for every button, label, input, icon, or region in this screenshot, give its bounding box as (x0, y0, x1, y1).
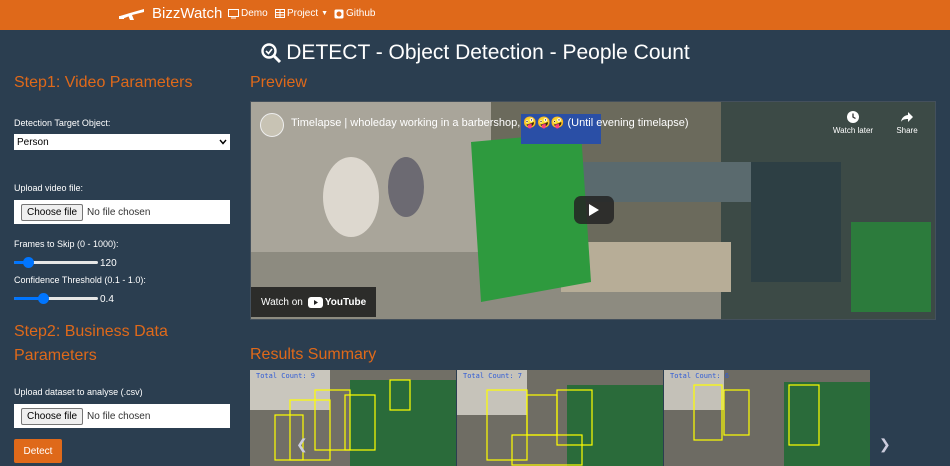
nav-demo-label: Demo (241, 8, 268, 19)
video-file-status: No file chosen (87, 206, 151, 218)
search-detect-icon (261, 43, 282, 64)
youtube-icon (307, 296, 323, 308)
carousel-next-icon[interactable]: ❯ (879, 436, 891, 453)
slider-thumb[interactable] (38, 293, 50, 304)
confidence-slider[interactable] (14, 293, 98, 304)
frames-skip-value: 120 (100, 258, 117, 269)
carousel-prev-icon[interactable]: ❮ (296, 436, 308, 453)
nav-github[interactable]: Github (334, 8, 375, 19)
channel-avatar[interactable] (260, 113, 284, 137)
chevron-down-icon (219, 139, 227, 145)
total-count-label: Total Count: 7 (463, 372, 523, 380)
confidence-value: 0.4 (100, 294, 114, 305)
watch-on-label: Watch on (261, 296, 303, 308)
navbar: BizzWatch Demo Project ▼ Github (0, 0, 950, 30)
result-frame[interactable]: Total Count: 7 (457, 370, 663, 466)
upload-video-label: Upload video file: (14, 183, 84, 193)
frames-skip-label: Frames to Skip (0 - 1000): (14, 239, 119, 249)
table-icon (275, 9, 285, 18)
nav-github-label: Github (346, 8, 376, 19)
target-object-select[interactable]: Person (14, 134, 230, 150)
watch-on-youtube-link[interactable]: Watch on YouTube (251, 287, 377, 317)
page-title: DETECT - Object Detection - People Count (0, 41, 950, 65)
watch-later-button[interactable]: Watch later (831, 110, 875, 135)
detect-button[interactable]: Detect (14, 439, 62, 463)
total-count-label: Total Count: 6 (670, 372, 730, 380)
results-carousel[interactable]: Total Count: 9 Total Count: 7 Total Coun… (250, 370, 936, 466)
play-button[interactable] (574, 196, 614, 224)
share-arrow-icon (901, 112, 913, 122)
brand-link[interactable]: BizzWatch (118, 5, 222, 22)
confidence-label: Confidence Threshold (0.1 - 1.0): (14, 275, 146, 285)
upload-video-input[interactable]: Choose file No file chosen (14, 200, 230, 224)
choose-video-button[interactable]: Choose file (21, 203, 84, 221)
dataset-file-status: No file chosen (87, 410, 151, 422)
target-object-label: Detection Target Object: (14, 118, 111, 128)
total-count-label: Total Count: 9 (256, 372, 316, 380)
video-title[interactable]: Timelapse | wholeday working in a barber… (291, 116, 689, 129)
github-icon (334, 9, 344, 18)
step1-heading: Step1: Video Parameters (14, 74, 193, 91)
nav-project-dropdown[interactable]: Project ▼ (275, 8, 328, 19)
share-button[interactable]: Share (885, 110, 929, 135)
detection-frame-image (664, 370, 870, 466)
youtube-wordmark: YouTube (324, 296, 367, 308)
clock-icon (847, 111, 859, 123)
step2-heading: Step2: Business Data Parameters (14, 323, 168, 364)
play-icon (589, 204, 599, 216)
results-heading: Results Summary (250, 346, 377, 363)
frames-skip-slider[interactable] (14, 257, 98, 268)
result-frame[interactable]: Total Count: 9 (250, 370, 456, 466)
choose-dataset-button[interactable]: Choose file (21, 407, 84, 425)
upload-dataset-input[interactable]: Choose file No file chosen (14, 404, 230, 428)
share-label: Share (896, 126, 918, 135)
detection-frame-image (250, 370, 456, 466)
caret-down-icon: ▼ (321, 10, 329, 17)
nav-project-label: Project (287, 8, 319, 19)
youtube-logo: YouTube (307, 296, 367, 308)
monitor-icon (228, 8, 239, 18)
watch-later-label: Watch later (832, 126, 874, 135)
target-object-value: Person (17, 136, 49, 148)
youtube-video-embed[interactable]: Timelapse | wholeday working in a barber… (250, 101, 936, 320)
slider-thumb[interactable] (22, 257, 34, 268)
logo-icon (119, 8, 144, 20)
page-title-text: DETECT - Object Detection - People Count (286, 41, 690, 64)
upload-dataset-label: Upload dataset to analyse (.csv) (14, 387, 143, 397)
brand-name: BizzWatch (152, 5, 223, 22)
preview-heading: Preview (250, 74, 307, 91)
nav-demo[interactable]: Demo (228, 8, 268, 19)
result-frame[interactable]: Total Count: 6 (664, 370, 870, 466)
detection-frame-image (457, 370, 663, 466)
